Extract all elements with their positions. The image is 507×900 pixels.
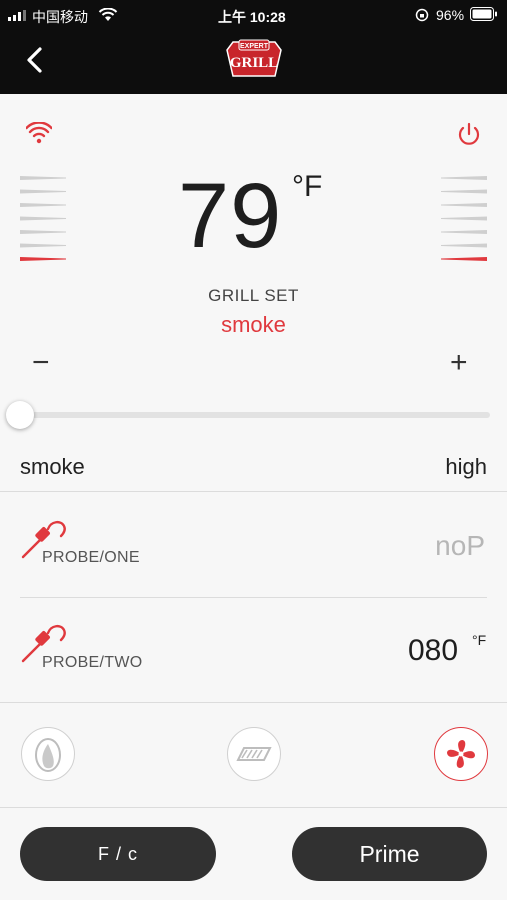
temperature-slider-track[interactable]	[20, 412, 490, 418]
battery-icon	[470, 7, 497, 21]
increase-button[interactable]: +	[450, 346, 476, 380]
probe-two-unit: °F	[472, 632, 487, 648]
level-bar	[20, 203, 66, 207]
carrier-name: 中国移动	[32, 9, 88, 25]
level-bar	[441, 203, 487, 207]
chevron-left-icon[interactable]	[24, 46, 46, 74]
power-icon[interactable]	[456, 122, 482, 148]
ignitor-button[interactable]	[21, 727, 75, 781]
temperature-slider-thumb[interactable]	[6, 401, 34, 429]
divider	[0, 491, 507, 492]
expert-grill-logo: EXPERT GRILL	[225, 38, 283, 80]
left-level-indicator	[20, 176, 66, 261]
level-bar	[441, 257, 487, 261]
decrease-button[interactable]: −	[32, 346, 58, 380]
fan-button[interactable]	[434, 727, 488, 781]
orientation-lock-icon	[415, 8, 429, 22]
logo-main-text: GRILL	[230, 55, 278, 71]
logo-top-text: EXPERT	[240, 43, 269, 50]
unit-toggle-button[interactable]: F / c	[20, 827, 216, 881]
level-bar	[20, 176, 66, 180]
probe-two-reading: 080	[408, 634, 459, 667]
ignitor-icon	[35, 738, 61, 772]
probe-one-label: PROBE/ONE	[42, 549, 140, 566]
signal-icon	[8, 10, 26, 21]
level-bar	[20, 257, 66, 261]
divider	[0, 702, 507, 703]
right-level-indicator	[441, 176, 487, 261]
level-bar	[441, 176, 487, 180]
slider-max-label: high	[445, 454, 487, 479]
clock: 上午 10:28	[218, 9, 286, 25]
temperature-unit: °F	[292, 170, 323, 203]
wifi-icon	[98, 8, 118, 21]
grate-button[interactable]	[227, 727, 281, 781]
divider	[20, 597, 487, 598]
level-bar	[20, 243, 66, 248]
prime-button[interactable]: Prime	[292, 827, 487, 881]
level-bar	[441, 230, 487, 234]
probe-two-label: PROBE/TWO	[42, 654, 143, 671]
battery-percent: 96%	[436, 7, 465, 23]
grate-icon	[236, 747, 272, 761]
grill-set-label: GRILL SET	[208, 286, 299, 305]
level-bar	[441, 243, 487, 248]
level-bar	[441, 216, 487, 221]
grill-mode: smoke	[221, 312, 286, 337]
probe-one-reading: noP	[435, 530, 485, 561]
wifi-status-icon	[26, 122, 52, 144]
grill-temperature: 79	[178, 165, 283, 267]
level-bar	[441, 189, 487, 194]
level-bar	[20, 230, 66, 234]
divider	[0, 807, 507, 808]
slider-min-label: smoke	[20, 454, 85, 479]
level-bar	[20, 189, 66, 194]
status-bar: 中国移动 上午 10:28 96%	[0, 0, 507, 30]
level-bar	[20, 216, 66, 221]
fan-icon	[447, 740, 475, 768]
